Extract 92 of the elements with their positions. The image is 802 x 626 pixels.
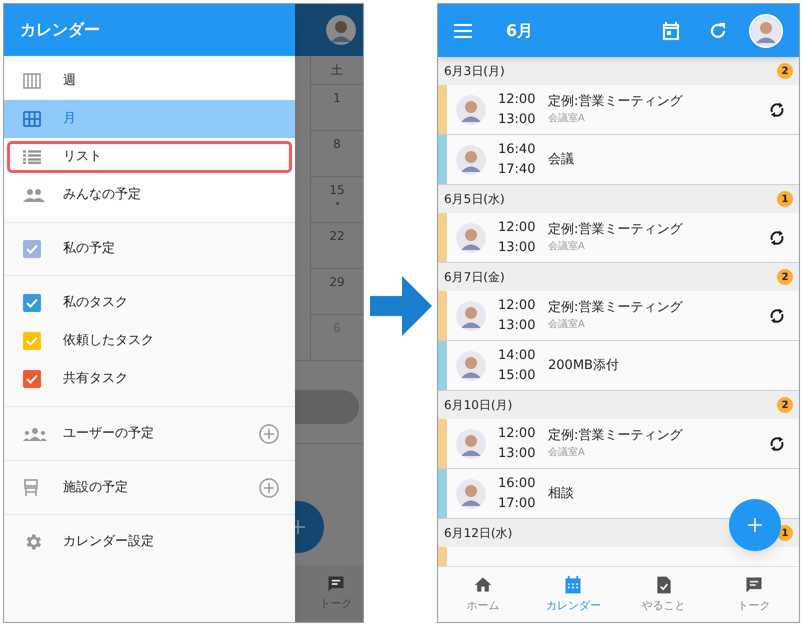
event-title: 定例:営業ミーティング [548, 427, 684, 445]
date-number: 1 [333, 90, 341, 107]
avatar-icon [456, 300, 486, 330]
end-time: 13:00 [498, 238, 536, 256]
group-icon [23, 426, 47, 440]
start-time: 12:00 [498, 296, 536, 314]
event-title: 200MB添付 [548, 356, 620, 374]
event-count-badge: 1 [777, 191, 793, 207]
end-time: 17:40 [498, 160, 536, 178]
avatar-icon [456, 350, 486, 380]
month-grid-icon [23, 111, 41, 127]
repeat-icon [769, 434, 785, 452]
date-header: 6月3日(月) [444, 63, 505, 80]
date-header: 6月7日(金) [444, 269, 505, 286]
event-title: 相談 [548, 484, 575, 502]
date-number: 29 [329, 274, 345, 291]
drawer-item-label: みんなの予定 [63, 186, 141, 204]
drawer-item-label: 依頼したタスク [63, 332, 154, 350]
repeat-icon [769, 228, 785, 246]
list-icon [23, 150, 41, 164]
avatar-icon [456, 428, 486, 458]
drawer-item[interactable]: みんなの予定 [4, 176, 295, 214]
drawer-item-label: リスト [63, 148, 102, 166]
start-time: 14:00 [498, 346, 536, 364]
repeat-icon [769, 306, 785, 324]
start-time: 16:40 [498, 140, 536, 158]
drawer-item-label: カレンダー設定 [63, 533, 154, 552]
drawer-item-label: 私の予定 [63, 240, 115, 258]
event-count-badge: 2 [777, 63, 793, 79]
menu-icon[interactable] [454, 24, 472, 38]
checkbox[interactable] [23, 332, 41, 350]
add-icon[interactable] [259, 478, 279, 498]
plus-icon [748, 518, 762, 532]
header-title: 6月 [506, 20, 534, 42]
checkbox[interactable] [23, 294, 41, 312]
event-location: 会議室A [548, 112, 586, 126]
drawer-item-label: 月 [63, 110, 76, 128]
event-row[interactable]: 12:00 13:00 定例:営業ミーティング 会議室A [438, 85, 799, 135]
end-time: 13:00 [498, 444, 536, 462]
repeat-icon [769, 100, 785, 118]
arrow-icon [370, 276, 432, 336]
end-time: 17:00 [498, 494, 536, 512]
start-time: 12:00 [498, 218, 536, 236]
drawer-item[interactable]: 週 [4, 62, 295, 100]
event-row[interactable]: 12:00 13:00 定例:営業ミーティング 会議室A [438, 291, 799, 341]
add-icon[interactable] [259, 424, 279, 444]
checkbox[interactable] [23, 370, 41, 388]
refresh-icon[interactable] [709, 22, 727, 40]
avatar-icon [326, 15, 356, 45]
chat-icon [744, 574, 764, 595]
date-header: 6月5日(水) [444, 191, 505, 208]
date-number: 15 [329, 182, 345, 199]
event-location: 会議室A [548, 318, 586, 332]
event-title: 定例:営業ミーティング [548, 221, 684, 239]
weekday-label: 土 [331, 62, 343, 79]
date-number: 8 [333, 136, 341, 153]
drawer-item-label: 施設の予定 [63, 478, 129, 497]
event-location: 会議室A [548, 446, 586, 460]
drawer-item-label: 共有タスク [63, 370, 128, 388]
people-icon [23, 188, 45, 202]
week-columns-icon [23, 73, 41, 89]
start-time: 12:00 [498, 424, 536, 442]
drawer-item-label: ユーザーの予定 [63, 424, 155, 443]
end-time: 15:00 [498, 366, 536, 384]
avatar-icon [456, 144, 486, 174]
event-title: 会議 [548, 150, 575, 168]
date-number: 22 [329, 228, 345, 245]
avatar-icon [456, 222, 486, 252]
checkbox[interactable] [23, 240, 41, 258]
avatar-icon [456, 478, 486, 508]
start-time: 16:00 [498, 474, 536, 492]
drawer-item-label: 週 [63, 72, 76, 90]
drawer-item-label: 私のタスク [63, 294, 128, 312]
facility-icon [23, 478, 39, 496]
date-header: 6月10日(月) [444, 397, 512, 414]
event-title: 定例:営業ミーティング [548, 93, 684, 111]
event-row[interactable]: 12:00 13:00 定例:営業ミーティング 会議室A [438, 419, 799, 469]
avatar-icon [456, 94, 486, 124]
avatar-icon [751, 16, 781, 46]
end-time: 13:00 [498, 110, 536, 128]
end-time: 13:00 [498, 316, 536, 334]
event-count-badge: 2 [777, 269, 793, 285]
drawer-title: カレンダー [20, 19, 100, 41]
drawer-item[interactable]: リスト [4, 138, 295, 176]
calendar-icon [563, 574, 584, 595]
event-count-badge: 2 [777, 397, 793, 413]
date-header: 6月12日(水) [444, 525, 512, 542]
event-location: 会議室A [548, 240, 586, 254]
event-title: 定例:営業ミーティング [548, 299, 684, 317]
event-row[interactable]: 12:00 13:00 定例:営業ミーティング 会議室A [438, 213, 799, 263]
calendar-icon[interactable] [663, 22, 679, 40]
start-time: 12:00 [498, 90, 536, 108]
